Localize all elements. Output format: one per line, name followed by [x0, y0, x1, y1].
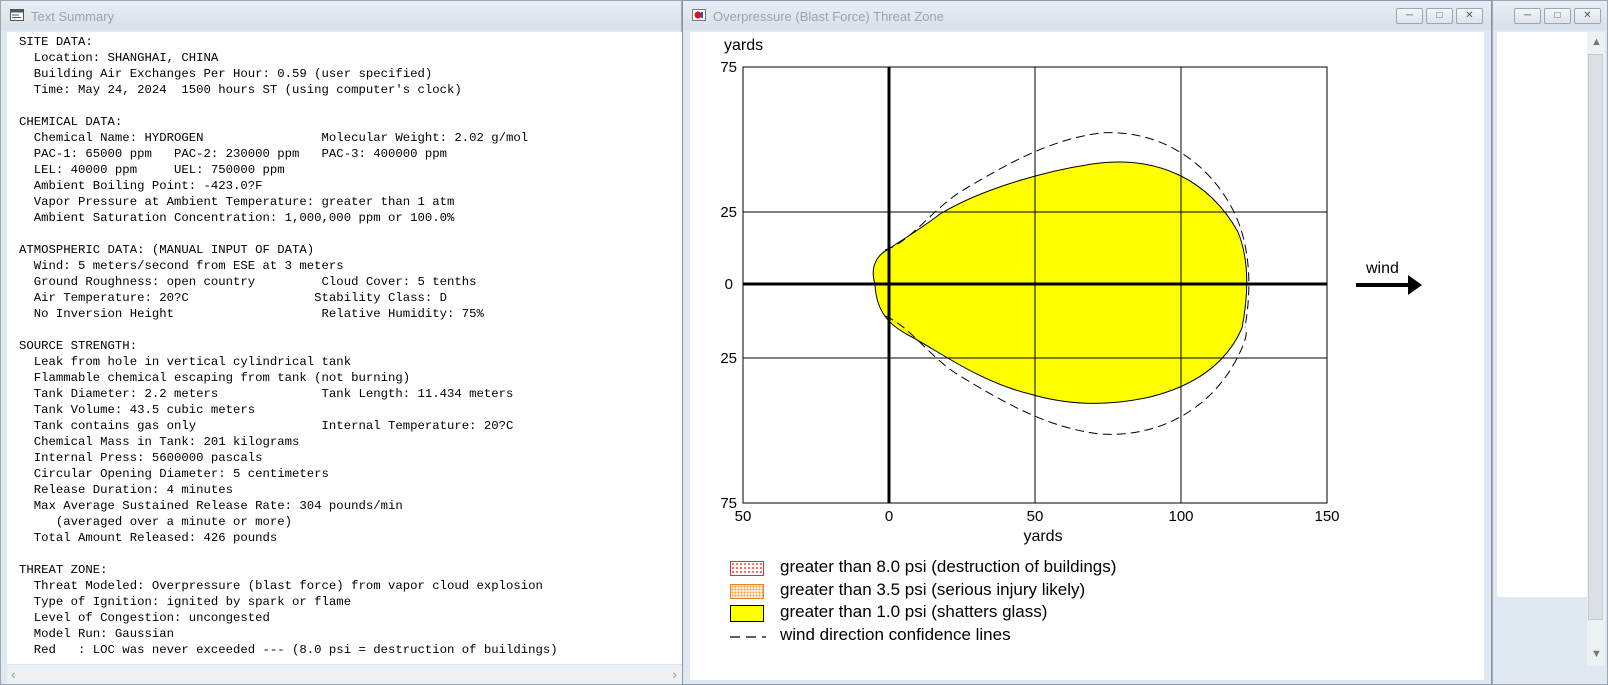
summary-line: Max Average Sustained Release Rate: 304 …: [19, 499, 403, 513]
summary-line: Level of Congestion: uncongested: [19, 611, 270, 625]
summary-line: Threat Modeled: Overpressure (blast forc…: [19, 579, 543, 593]
summary-line: Tank Diameter: 2.2 meters Tank Length: 1…: [19, 387, 514, 401]
legend-label: wind direction confidence lines: [780, 625, 1011, 644]
summary-line: Tank Volume: 43.5 cubic meters: [19, 403, 256, 417]
summary-line: Ambient Boiling Point: -423.0?F: [19, 179, 263, 193]
y-tick-label: 0: [725, 276, 733, 293]
legend-item-3-5psi: greater than 3.5 psi (serious injury lik…: [730, 580, 1230, 602]
legend-label: greater than 8.0 psi (destruction of bui…: [780, 557, 1117, 576]
legend-item-confidence: wind direction confidence lines: [730, 625, 1230, 647]
summary-line: THREAT ZONE:: [19, 563, 108, 577]
y-tick-label: 25: [720, 350, 737, 367]
legend-swatch-orange: [730, 584, 764, 599]
summary-line: Time: May 24, 2024 1500 hours ST (using …: [19, 83, 462, 97]
summary-line: Vapor Pressure at Ambient Temperature: g…: [19, 195, 455, 209]
summary-line: No Inversion Height Relative Humidity: 7…: [19, 307, 484, 321]
text-summary-window[interactable]: Text Summary SITE DATA: Location: SHANGH…: [0, 0, 683, 685]
text-summary-titlebar[interactable]: Text Summary: [1, 1, 681, 30]
summary-line: Total Amount Released: 426 pounds: [19, 531, 278, 545]
threat-zone-app-icon: [692, 9, 706, 21]
summary-line: Tank contains gas only Internal Temperat…: [19, 419, 514, 433]
legend-swatch-yellow: [730, 605, 764, 622]
summary-text: SITE DATA: Location: SHANGHAI, CHINA Bui…: [7, 32, 683, 658]
wind-label: wind: [1365, 260, 1399, 277]
summary-line: CHEMICAL DATA:: [19, 115, 123, 129]
wind-direction-arrow-icon: [1408, 275, 1422, 295]
summary-line: Circular Opening Diameter: 5 centimeters: [19, 467, 329, 481]
summary-line: SITE DATA:: [19, 35, 93, 49]
scroll-right-icon[interactable]: ›: [672, 666, 677, 682]
y-tick-label: 25: [720, 204, 737, 221]
legend-swatch-red: [730, 561, 764, 576]
background-window-titlebar[interactable]: ─ □ ✕: [1493, 1, 1607, 30]
summary-line: Internal Press: 5600000 pascals: [19, 451, 263, 465]
scroll-up-icon[interactable]: ▲: [1591, 36, 1602, 48]
close-button[interactable]: ✕: [1574, 8, 1601, 24]
horizontal-scrollbar[interactable]: ‹ ›: [7, 664, 683, 684]
threat-zone-window[interactable]: Overpressure (Blast Force) Threat Zone ─…: [682, 0, 1492, 685]
x-tick-label: 100: [1168, 508, 1193, 525]
close-icon: ✕: [1583, 10, 1592, 21]
maximize-button[interactable]: □: [1544, 8, 1571, 24]
summary-line: Red : LOC was never exceeded --- (8.0 ps…: [19, 643, 558, 657]
legend-label: greater than 3.5 psi (serious injury lik…: [780, 580, 1086, 599]
minimize-icon: ─: [1523, 10, 1532, 21]
summary-line: Building Air Exchanges Per Hour: 0.59 (u…: [19, 67, 433, 81]
background-window-content: [1497, 32, 1587, 597]
scroll-thumb[interactable]: [1588, 54, 1603, 620]
summary-line: SOURCE STRENGTH:: [19, 339, 138, 353]
window-title: Overpressure (Blast Force) Threat Zone: [713, 9, 944, 24]
summary-line: PAC-1: 65000 ppm PAC-2: 230000 ppm PAC-3…: [19, 147, 448, 161]
minimize-icon: ─: [1405, 10, 1414, 21]
x-axis-label: yards: [1023, 528, 1062, 545]
scroll-down-icon[interactable]: ▼: [1591, 648, 1602, 660]
x-tick-label: 50: [1027, 508, 1044, 525]
minimize-button[interactable]: ─: [1396, 8, 1423, 24]
y-tick-label: 75: [720, 59, 737, 76]
window-title: Text Summary: [31, 9, 115, 24]
x-tick-label: 50: [735, 508, 752, 525]
close-button[interactable]: ✕: [1456, 8, 1483, 24]
summary-line: (averaged over a minute or more): [19, 515, 293, 529]
legend-item-1psi: greater than 1.0 psi (shatters glass): [730, 602, 1230, 624]
summary-line: Chemical Name: HYDROGEN Molecular Weight…: [19, 131, 529, 145]
app-window-icon: [10, 9, 24, 21]
maximize-button[interactable]: □: [1426, 8, 1453, 24]
threat-zone-titlebar[interactable]: Overpressure (Blast Force) Threat Zone ─…: [683, 1, 1491, 30]
vertical-scrollbar[interactable]: ▲ ▼: [1587, 32, 1605, 666]
summary-line: Leak from hole in vertical cylindrical t…: [19, 355, 352, 369]
threat-zone-plot-area: yards 75 25 0 25 75 50 0 50 100 150 yard…: [690, 32, 1484, 680]
text-summary-content[interactable]: SITE DATA: Location: SHANGHAI, CHINA Bui…: [7, 32, 683, 664]
legend-item-8psi: greater than 8.0 psi (destruction of bui…: [730, 557, 1230, 579]
summary-line: Wind: 5 meters/second from ESE at 3 mete…: [19, 259, 344, 273]
maximize-icon: □: [1554, 10, 1561, 21]
summary-line: Location: SHANGHAI, CHINA: [19, 51, 219, 65]
close-icon: ✕: [1465, 10, 1474, 21]
summary-line: ATMOSPHERIC DATA: (MANUAL INPUT OF DATA): [19, 243, 315, 257]
background-window[interactable]: ─ □ ✕ ▲ ▼: [1492, 0, 1608, 685]
summary-line: Ambient Saturation Concentration: 1,000,…: [19, 211, 455, 225]
summary-line: Model Run: Gaussian: [19, 627, 174, 641]
legend-dashed-line: [730, 636, 766, 638]
legend-label: greater than 1.0 psi (shatters glass): [780, 602, 1048, 621]
x-tick-label: 150: [1314, 508, 1339, 525]
summary-line: Air Temperature: 20?C Stability Class: D: [19, 291, 448, 305]
summary-line: Ground Roughness: open country Cloud Cov…: [19, 275, 477, 289]
scroll-left-icon[interactable]: ‹: [11, 666, 16, 682]
summary-line: Release Duration: 4 minutes: [19, 483, 234, 497]
summary-line: Chemical Mass in Tank: 201 kilograms: [19, 435, 300, 449]
summary-line: Flammable chemical escaping from tank (n…: [19, 371, 411, 385]
x-tick-label: 0: [885, 508, 893, 525]
threat-zone-map: yards 75 25 0 25 75 50 0 50 100 150 yard…: [720, 37, 1422, 545]
summary-line: LEL: 40000 ppm UEL: 750000 ppm: [19, 163, 285, 177]
y-axis-label: yards: [724, 37, 763, 54]
maximize-icon: □: [1436, 10, 1443, 21]
summary-line: Type of Ignition: ignited by spark or fl…: [19, 595, 352, 609]
minimize-button[interactable]: ─: [1514, 8, 1541, 24]
